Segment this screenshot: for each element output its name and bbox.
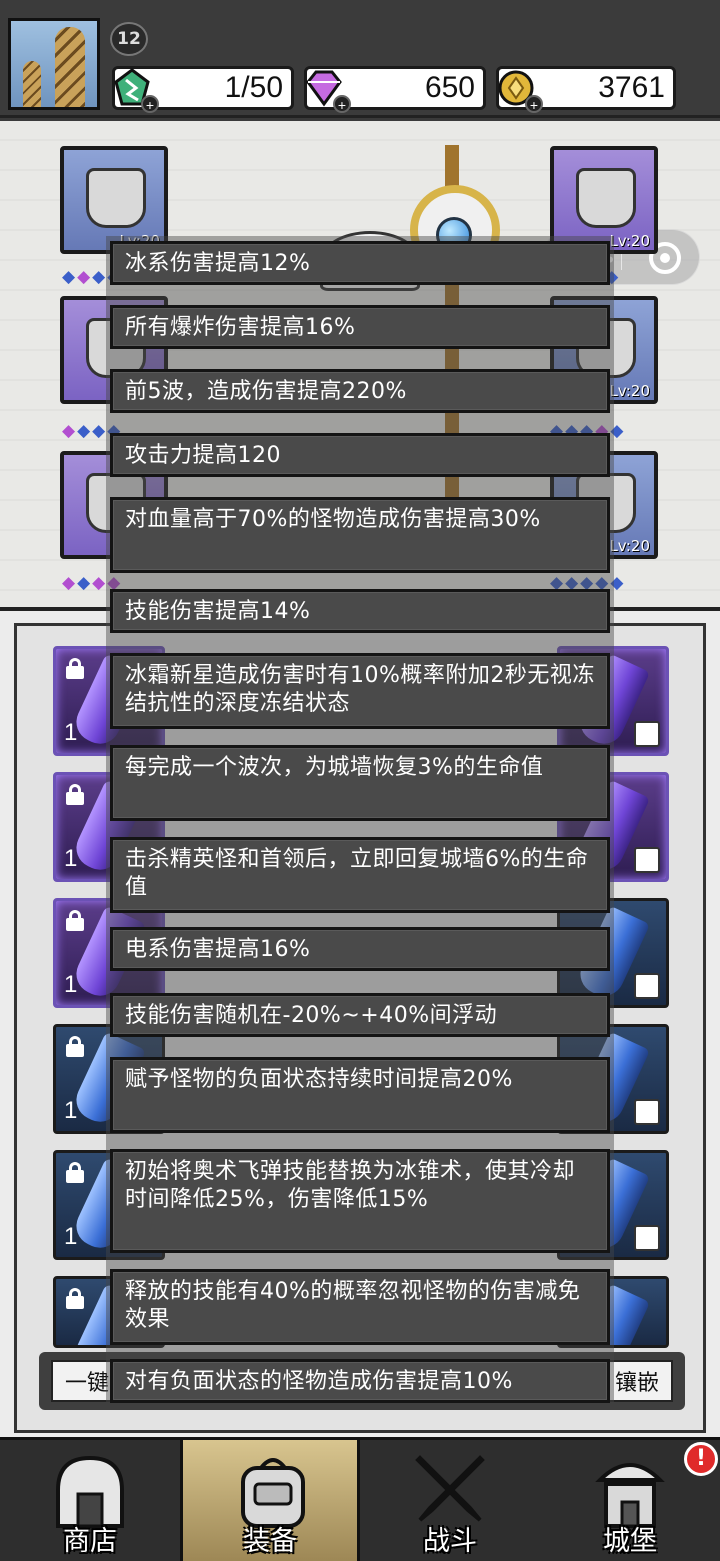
effect-row: 所有爆炸伤害提高16% bbox=[110, 305, 610, 349]
effect-row: 对血量高于70%的怪物造成伤害提高30% bbox=[110, 497, 610, 573]
add-energy-button[interactable]: + bbox=[141, 95, 159, 113]
castle-icon bbox=[590, 1450, 670, 1530]
effect-row: 每完成一个波次，为城墙恢复3%的生命值 bbox=[110, 745, 610, 821]
shop-icon bbox=[50, 1450, 130, 1530]
effect-row: 技能伤害随机在-20%~+40%间浮动 bbox=[110, 993, 610, 1037]
necklace-type-icon bbox=[634, 973, 660, 999]
notification-badge: ! bbox=[684, 1442, 718, 1476]
armor-type-icon bbox=[634, 1099, 660, 1125]
gold-value: 3761 bbox=[598, 71, 665, 104]
effect-row: 技能伤害提高14% bbox=[110, 589, 610, 633]
add-gems-button[interactable]: + bbox=[333, 95, 351, 113]
gold-resource[interactable]: + 3761 bbox=[496, 66, 676, 113]
arm-guard-icon bbox=[576, 168, 636, 228]
lock-icon bbox=[64, 1287, 86, 1309]
crossed-swords-icon bbox=[410, 1450, 490, 1530]
avatar[interactable] bbox=[8, 18, 100, 110]
nav-shop[interactable]: 商店 bbox=[0, 1440, 180, 1561]
arm-type-icon bbox=[634, 1225, 660, 1251]
add-gold-button[interactable]: + bbox=[525, 95, 543, 113]
effect-row: 击杀精英怪和首领后，立即回复城墙6%的生命值 bbox=[110, 837, 610, 913]
lock-icon bbox=[64, 1035, 86, 1057]
effect-row: 释放的技能有40%的概率忽视怪物的伤害减免效果 bbox=[110, 1269, 610, 1345]
lock-icon bbox=[64, 1161, 86, 1183]
backpack-icon bbox=[233, 1450, 313, 1530]
gems-value: 650 bbox=[424, 71, 475, 104]
effect-row: 电系伤害提高16% bbox=[110, 927, 610, 971]
effect-row: 赋予怪物的负面状态持续时间提高20% bbox=[110, 1057, 610, 1133]
nav-castle[interactable]: ! 城堡 bbox=[540, 1440, 720, 1561]
lock-icon bbox=[64, 657, 86, 679]
effect-row: 冰系伤害提高12% bbox=[110, 241, 610, 285]
bottom-nav: 商店 装备 战斗 ! 城堡 bbox=[0, 1437, 720, 1561]
energy-resource[interactable]: + 1/50 bbox=[112, 66, 294, 113]
armor-type-icon bbox=[634, 721, 660, 747]
effect-row: 对有负面状态的怪物造成伤害提高10% bbox=[110, 1359, 610, 1403]
energy-value: 1/50 bbox=[224, 71, 283, 104]
lock-icon bbox=[64, 909, 86, 931]
nav-battle[interactable]: 战斗 bbox=[360, 1440, 540, 1561]
gems-resource[interactable]: + 650 bbox=[304, 66, 486, 113]
effect-row: 前5波，造成伤害提高220% bbox=[110, 369, 610, 413]
level-badge: 12 bbox=[110, 22, 148, 56]
effect-row: 攻击力提高120 bbox=[110, 433, 610, 477]
nav-equipment[interactable]: 装备 bbox=[180, 1440, 360, 1561]
helmet-icon bbox=[86, 168, 146, 228]
lock-icon bbox=[64, 783, 86, 805]
effect-row: 冰霜新星造成伤害时有10%概率附加2秒无视冻结抗性的深度冻结状态 bbox=[110, 653, 610, 729]
effect-row: 初始将奥术飞弹技能替换为冰锥术，使其冷却时间降低25%，伤害降低15% bbox=[110, 1149, 610, 1253]
ring-type-icon bbox=[634, 847, 660, 873]
top-bar: 12 + 1/50 + 650 + 3761 bbox=[0, 0, 720, 118]
